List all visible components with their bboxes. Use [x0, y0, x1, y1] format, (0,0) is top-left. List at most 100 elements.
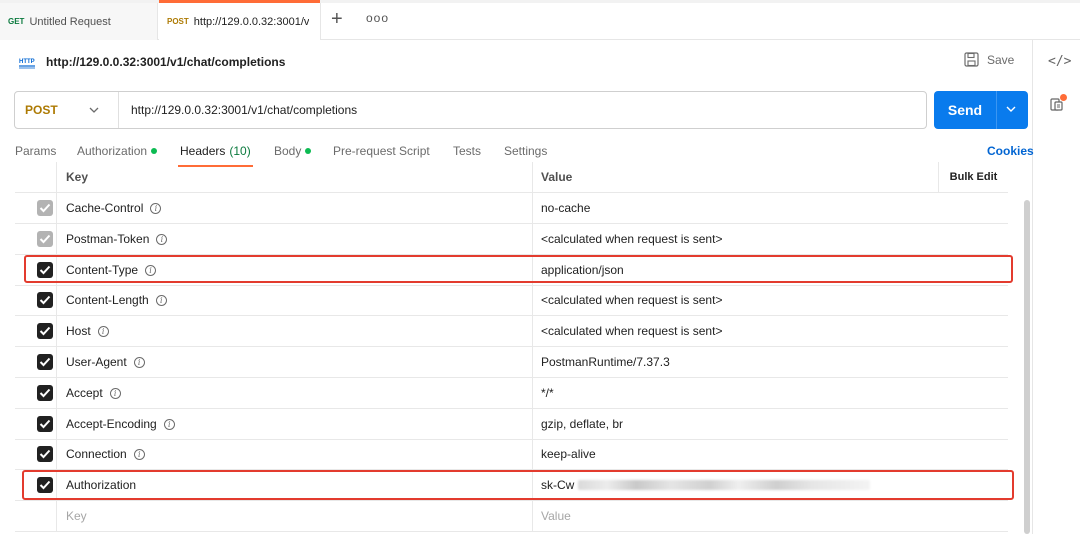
- header-key[interactable]: Authorization: [57, 470, 533, 500]
- info-icon[interactable]: i: [155, 294, 167, 306]
- checkmark-icon: [39, 388, 51, 398]
- row-checkbox[interactable]: [37, 200, 53, 216]
- header-key-text: Connection: [66, 447, 127, 461]
- header-key-text: Cache-Control: [66, 201, 144, 215]
- url-input[interactable]: http://129.0.0.32:3001/v1/chat/completio…: [131, 92, 357, 128]
- tab-bar: GET Untitled Request POST http://129.0.0…: [0, 0, 1080, 40]
- send-button[interactable]: Send: [934, 91, 1028, 129]
- header-value-text: <calculated when request is sent>: [541, 293, 723, 307]
- column-header-key: Key: [57, 162, 533, 192]
- checkmark-icon: [39, 449, 51, 459]
- header-value-text: application/json: [541, 263, 624, 277]
- table-row: Accept-Encoding i gzip, deflate, br: [15, 409, 1008, 440]
- row-checkbox[interactable]: [37, 416, 53, 432]
- save-button[interactable]: Save: [964, 52, 1014, 67]
- header-key[interactable]: Host i: [57, 316, 533, 346]
- method-dropdown[interactable]: POST: [15, 92, 119, 128]
- info-icon[interactable]: i: [163, 418, 175, 430]
- table-row: Connection i keep-alive: [15, 439, 1008, 470]
- row-checkbox[interactable]: [37, 446, 53, 462]
- new-tab-plus-icon[interactable]: +: [331, 8, 343, 30]
- header-value-text: gzip, deflate, br: [541, 417, 624, 431]
- tab-headers[interactable]: Headers (10): [178, 144, 253, 167]
- redacted-token: [578, 480, 871, 490]
- table-row: Accept i */*: [15, 378, 1008, 409]
- tab-method-get: GET: [8, 17, 25, 26]
- row-checkbox[interactable]: [37, 385, 53, 401]
- header-key-text: Accept-Encoding: [66, 417, 157, 431]
- info-icon[interactable]: i: [133, 448, 145, 460]
- info-icon[interactable]: i: [109, 387, 121, 399]
- cookies-link[interactable]: Cookies: [987, 144, 1034, 158]
- column-header-value-label: Value: [541, 170, 573, 184]
- row-checkbox[interactable]: [37, 323, 53, 339]
- header-value-text: */*: [541, 386, 554, 400]
- header-value[interactable]: sk-Cw: [533, 470, 1008, 500]
- header-key[interactable]: User-Agent i: [57, 347, 533, 377]
- table-row: Cache-Control i no-cache: [15, 193, 1008, 224]
- header-value[interactable]: */*: [533, 378, 1008, 408]
- header-key[interactable]: Connection i: [57, 439, 533, 469]
- tab-body[interactable]: Body: [274, 144, 312, 158]
- header-key[interactable]: Postman-Token i: [57, 224, 533, 254]
- tab-method-post: POST: [167, 17, 189, 26]
- tab-headers-label: Headers: [180, 144, 226, 158]
- info-icon[interactable]: i: [145, 264, 157, 276]
- header-value[interactable]: PostmanRuntime/7.37.3: [533, 347, 1008, 377]
- row-checkbox[interactable]: [37, 231, 53, 247]
- tab-untitled-request[interactable]: GET Untitled Request: [0, 3, 158, 40]
- tab-title: http://129.0.0.32:3001/v: [193, 15, 310, 28]
- header-key[interactable]: Content-Type i: [57, 255, 533, 285]
- info-icon[interactable]: i: [150, 202, 162, 214]
- header-value[interactable]: keep-alive: [533, 439, 1008, 469]
- checkbox-cell: [15, 224, 57, 254]
- send-label: Send: [947, 102, 983, 118]
- table-row: Content-Length i <calculated when request …: [15, 285, 1008, 316]
- header-value-text: no-cache: [541, 201, 591, 215]
- scrollbar[interactable]: [1024, 200, 1030, 534]
- tab-settings[interactable]: Settings: [504, 144, 547, 158]
- header-key[interactable]: Cache-Control i: [57, 193, 533, 223]
- new-value-input[interactable]: Value: [533, 501, 1008, 531]
- checkbox-cell: [15, 316, 57, 346]
- checkmark-icon: [39, 357, 51, 367]
- header-value[interactable]: gzip, deflate, br: [533, 409, 1008, 439]
- tab-authorization[interactable]: Authorization: [77, 144, 158, 158]
- header-key[interactable]: Accept i: [57, 378, 533, 408]
- code-snippet-icon[interactable]: </>: [1048, 54, 1071, 69]
- info-icon[interactable]: i: [97, 325, 109, 337]
- new-key-input[interactable]: Key: [57, 501, 533, 531]
- header-value[interactable]: no-cache: [533, 193, 1008, 223]
- header-value[interactable]: <calculated when request is sent>: [533, 224, 1008, 254]
- header-key[interactable]: Accept-Encoding i: [57, 409, 533, 439]
- column-header-value: Value Bulk Edit: [533, 162, 1008, 192]
- header-value[interactable]: application/json: [533, 255, 1008, 285]
- row-checkbox[interactable]: [37, 292, 53, 308]
- tab-tests-label: Tests: [453, 144, 482, 158]
- request-title[interactable]: http://129.0.0.32:3001/v1/chat/completio…: [46, 55, 285, 69]
- tab-params-label: Params: [15, 144, 57, 158]
- tab-settings-label: Settings: [504, 144, 548, 158]
- tab-post-request[interactable]: POST http://129.0.0.32:3001/v: [159, 0, 321, 40]
- row-checkbox[interactable]: [37, 354, 53, 370]
- notification-dot: [1060, 94, 1067, 101]
- bulk-edit-button[interactable]: Bulk Edit: [938, 162, 1008, 192]
- row-checkbox[interactable]: [37, 477, 53, 493]
- info-icon[interactable]: i: [133, 356, 145, 368]
- save-icon: [964, 52, 979, 67]
- tab-pre-request-script[interactable]: Pre-request Script: [333, 144, 430, 158]
- info-icon[interactable]: i: [156, 233, 168, 245]
- body-status-dot: [305, 148, 312, 154]
- tab-tests[interactable]: Tests: [453, 144, 481, 158]
- checkmark-icon: [39, 480, 51, 490]
- header-key[interactable]: Content-Length i: [57, 285, 533, 315]
- header-value[interactable]: <calculated when request is sent>: [533, 285, 1008, 315]
- send-options-chevron-icon[interactable]: [1004, 104, 1018, 116]
- tab-params[interactable]: Params: [15, 144, 56, 158]
- header-key-text: Content-Length: [66, 293, 149, 307]
- new-header-row: Key Value: [15, 501, 1008, 532]
- checkbox-cell: [15, 255, 57, 285]
- row-checkbox[interactable]: [37, 262, 53, 278]
- more-tabs-icon[interactable]: ooo: [366, 11, 389, 25]
- header-value[interactable]: <calculated when request is sent>: [533, 316, 1008, 346]
